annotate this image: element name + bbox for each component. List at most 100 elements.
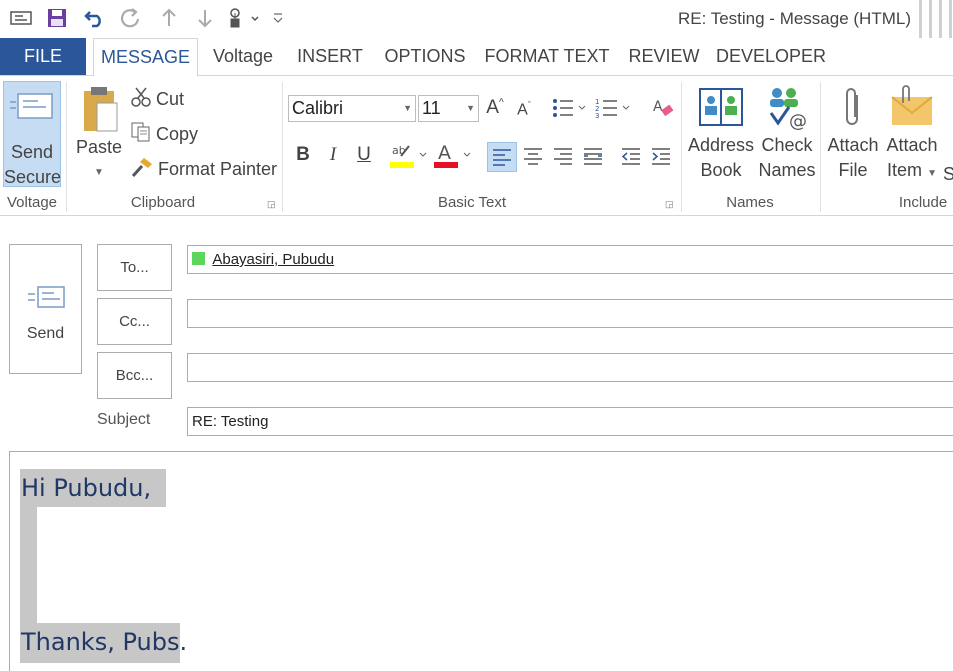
check-names-label-1: Check — [761, 135, 813, 155]
email-icon[interactable] — [8, 6, 34, 30]
redo-icon[interactable] — [118, 6, 144, 30]
decrease-indent-icon[interactable] — [618, 146, 644, 172]
send-icon — [24, 283, 68, 313]
highlight-icon[interactable]: ab — [389, 140, 429, 176]
attach-file-button[interactable]: Attach File — [824, 81, 882, 187]
shrink-font-icon[interactable]: Aˇ — [512, 100, 536, 119]
window-title: RE: Testing - Message (HTML) — [677, 9, 911, 28]
tab-voltage[interactable]: Voltage — [205, 38, 281, 75]
group-separator — [681, 82, 682, 212]
touch-mode-icon[interactable] — [224, 6, 264, 30]
paste-button[interactable]: Paste ▼ — [72, 81, 126, 187]
bcc-button[interactable]: Bcc... — [97, 352, 172, 399]
font-name-value: Calibri — [292, 98, 344, 118]
format-painter-button[interactable]: Format Painter — [130, 156, 277, 183]
svg-text:A: A — [653, 99, 663, 115]
paste-dropdown-icon[interactable]: ▼ — [72, 160, 126, 185]
grow-font-icon[interactable]: A^ — [483, 97, 507, 119]
group-separator — [66, 82, 67, 212]
tab-file[interactable]: FILE — [0, 38, 86, 75]
send-button[interactable]: Send — [9, 244, 82, 374]
cut-button[interactable]: Cut — [130, 86, 184, 113]
attach-item-icon — [888, 85, 936, 133]
scissors-icon — [130, 86, 152, 113]
group-separator — [820, 82, 821, 212]
cc-field[interactable] — [187, 299, 953, 328]
save-icon[interactable] — [44, 6, 70, 30]
signature-button-cut[interactable]: S — [943, 162, 953, 187]
down-arrow-icon[interactable] — [192, 6, 218, 30]
customize-icon[interactable] — [268, 6, 288, 30]
group-label-clipboard: Clipboard — [130, 194, 196, 211]
paperclip-icon — [838, 85, 868, 133]
check-names-icon: @ — [763, 85, 811, 133]
paintbrush-icon — [130, 156, 154, 183]
group-label-voltage: Voltage — [6, 194, 58, 211]
address-book-icon — [696, 85, 746, 133]
address-book-label-2: Book — [700, 160, 742, 180]
svg-text:A: A — [438, 142, 451, 164]
group-label-include: Include — [898, 194, 948, 211]
increase-indent-icon[interactable] — [648, 146, 674, 172]
bcc-field[interactable] — [187, 353, 953, 382]
tab-developer[interactable]: DEVELOPER — [716, 38, 826, 75]
underline-button[interactable]: U — [353, 144, 375, 166]
font-color-icon[interactable]: A — [433, 140, 473, 176]
subject-field[interactable]: RE: Testing — [187, 407, 953, 436]
tab-review[interactable]: REVIEW — [626, 38, 702, 75]
check-names-button[interactable]: @ Check Names — [758, 81, 816, 187]
ribbon: Send Secure Voltage Paste ▼ Cut Copy For… — [0, 75, 953, 216]
group-label-basic-text: Basic Text — [437, 194, 507, 211]
italic-button[interactable]: I — [322, 144, 344, 166]
chevron-down-icon[interactable]: ▼ — [466, 96, 475, 121]
font-size-combo[interactable]: 11 ▼ — [418, 95, 479, 122]
to-button[interactable]: To... — [97, 244, 172, 291]
paste-label: Paste — [75, 137, 123, 157]
check-names-label-2: Names — [758, 160, 816, 180]
numbering-icon[interactable]: 123 — [594, 97, 634, 125]
chevron-down-icon[interactable]: ▼ — [403, 96, 412, 121]
title-bar: RE: Testing - Message (HTML) — [0, 0, 953, 48]
basic-text-launcher-icon[interactable]: ◲ — [665, 199, 675, 209]
send-secure-label-2: Secure — [4, 167, 62, 187]
tab-options[interactable]: OPTIONS — [380, 38, 470, 75]
cut-label: Cut — [156, 89, 185, 109]
cc-button[interactable]: Cc... — [97, 298, 172, 345]
align-left-icon[interactable] — [487, 142, 517, 172]
align-center-icon[interactable] — [520, 146, 546, 172]
attach-item-button[interactable]: Attach Item ▼ — [883, 81, 941, 187]
send-secure-button[interactable]: Send Secure — [3, 81, 61, 187]
copy-button[interactable]: Copy — [130, 121, 198, 148]
bold-button[interactable]: B — [292, 144, 314, 166]
address-book-button[interactable]: Address Book — [686, 81, 756, 187]
attach-file-label-2: File — [838, 160, 868, 180]
subject-label: Subject — [97, 411, 151, 428]
group-separator — [282, 82, 283, 212]
message-body[interactable]: Hi Pubudu, Thanks, Pubs. — [9, 451, 953, 671]
justify-icon[interactable] — [580, 146, 606, 172]
send-secure-icon — [10, 92, 54, 132]
align-right-icon[interactable] — [550, 146, 576, 172]
format-painter-label: Format Painter — [158, 159, 278, 179]
font-name-combo[interactable]: Calibri ▼ — [288, 95, 416, 122]
paste-icon — [77, 85, 121, 133]
tab-insert[interactable]: INSERT — [294, 38, 366, 75]
svg-text:3: 3 — [595, 112, 599, 119]
send-secure-label-1: Send — [10, 142, 54, 162]
tab-message[interactable]: MESSAGE — [93, 38, 198, 76]
tab-format-text[interactable]: FORMAT TEXT — [482, 38, 612, 75]
up-arrow-icon[interactable] — [156, 6, 182, 30]
undo-icon[interactable] — [82, 6, 108, 30]
clipboard-launcher-icon[interactable]: ◲ — [267, 199, 277, 209]
to-field[interactable]: Abayasiri, Pubudu — [187, 245, 953, 274]
address-book-label-1: Address — [687, 135, 755, 155]
to-recipient[interactable]: Abayasiri, Pubudu — [212, 251, 334, 268]
clear-formatting-icon[interactable]: A — [650, 97, 676, 125]
svg-text:ab: ab — [392, 144, 406, 157]
copy-label: Copy — [156, 124, 199, 144]
body-closing: Thanks, Pubs. — [21, 628, 188, 656]
bullets-icon[interactable] — [550, 97, 590, 125]
copy-icon — [130, 121, 152, 148]
group-label-names: Names — [726, 194, 774, 211]
svg-text:@: @ — [789, 111, 807, 131]
